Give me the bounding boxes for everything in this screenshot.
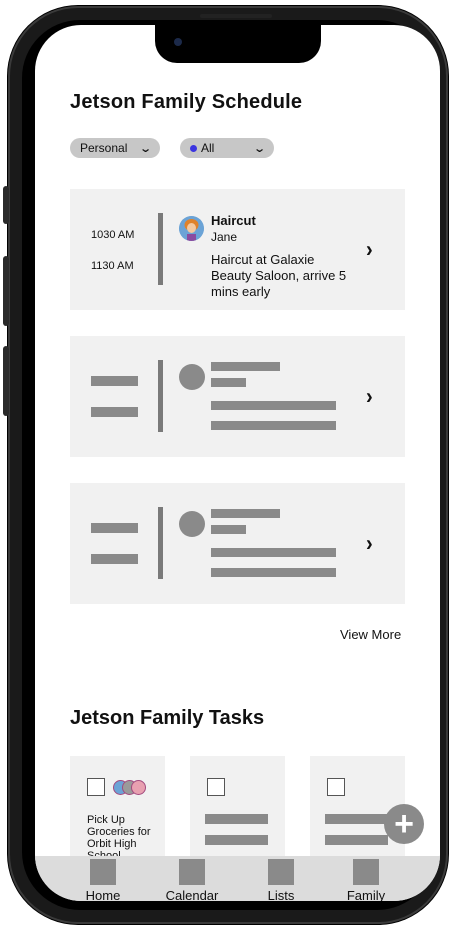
member-filter-dropdown[interactable]: All ⌄ (180, 138, 274, 158)
add-task-button[interactable]: + (384, 804, 424, 844)
view-more-link[interactable]: View More (340, 627, 410, 642)
placeholder-bar (211, 401, 336, 410)
task-card-placeholder[interactable] (190, 756, 285, 866)
task-checkbox[interactable] (327, 778, 345, 796)
home-icon (90, 859, 116, 885)
nav-item-lists[interactable]: Lists (251, 859, 311, 901)
event-divider (158, 213, 163, 285)
phone-speaker (200, 14, 272, 18)
calendar-filter-dropdown[interactable]: Personal ⌄ (70, 138, 160, 158)
placeholder-bar (325, 835, 388, 845)
nav-label: Home (85, 888, 121, 901)
task-checkbox[interactable] (87, 778, 105, 796)
event-divider (158, 507, 163, 579)
event-divider (158, 360, 163, 432)
nav-item-calendar[interactable]: Calendar (162, 859, 222, 901)
placeholder-bar (211, 362, 280, 371)
calendar-filter-label: Personal (80, 141, 128, 155)
placeholder-bar (211, 548, 336, 557)
task-checkbox[interactable] (207, 778, 225, 796)
bottom-nav: Home Calendar Lists Family (35, 856, 440, 901)
placeholder-bar (91, 376, 138, 386)
placeholder-bar (205, 835, 268, 845)
camera-icon (174, 38, 182, 46)
event-card-placeholder[interactable]: › (70, 336, 405, 457)
schedule-title: Jetson Family Schedule (70, 91, 303, 113)
member-filter-label: All (201, 141, 215, 155)
placeholder-bar (211, 525, 246, 534)
app-screen: Jetson Family Schedule Personal ⌄ All ⌄ … (35, 25, 440, 901)
event-end-time: 1130 AM (91, 260, 134, 272)
placeholder-bar (91, 407, 138, 417)
chevron-right-icon[interactable]: › (366, 532, 373, 557)
event-card-placeholder[interactable]: › (70, 483, 405, 604)
nav-label: Lists (267, 888, 295, 901)
event-person: Jane (211, 230, 238, 244)
placeholder-bar (205, 814, 268, 824)
nav-label: Family (346, 888, 386, 901)
task-text: Pick Up Groceries for Orbit High School (87, 814, 151, 862)
nav-item-family[interactable]: Family (336, 859, 396, 901)
avatar-placeholder (179, 364, 205, 390)
event-description: Haircut at Galaxie Beauty Saloon, arrive… (211, 252, 347, 299)
placeholder-bar (91, 523, 138, 533)
nav-label: Calendar (165, 888, 219, 901)
phone-volume-down-button (3, 346, 9, 416)
chevron-right-icon[interactable]: › (366, 385, 373, 410)
list-icon (268, 859, 294, 885)
task-card[interactable]: Pick Up Groceries for Orbit High School (70, 756, 165, 866)
chevron-down-icon: ⌄ (252, 142, 266, 155)
placeholder-bar (325, 814, 388, 824)
chevron-right-icon[interactable]: › (366, 238, 373, 263)
event-start-time: 1030 AM (91, 229, 135, 241)
family-icon (353, 859, 379, 885)
plus-icon: + (394, 805, 414, 843)
nav-item-home[interactable]: Home (73, 859, 133, 901)
phone-volume-up-button (3, 256, 9, 326)
calendar-icon (179, 859, 205, 885)
placeholder-bar (211, 378, 246, 387)
chevron-down-icon: ⌄ (138, 142, 152, 155)
avatar (131, 780, 146, 795)
placeholder-bar (91, 554, 138, 564)
avatar-placeholder (179, 511, 205, 537)
placeholder-bar (211, 421, 336, 430)
tasks-title: Jetson Family Tasks (70, 707, 265, 729)
avatar (179, 216, 204, 241)
color-dot-icon (190, 144, 197, 152)
phone-side-button (3, 186, 9, 224)
event-card[interactable]: 1030 AM 1130 AM Haircut Jane Haircut at … (70, 189, 405, 310)
event-title: Haircut (211, 213, 256, 228)
placeholder-bar (211, 568, 336, 577)
placeholder-bar (211, 509, 280, 518)
